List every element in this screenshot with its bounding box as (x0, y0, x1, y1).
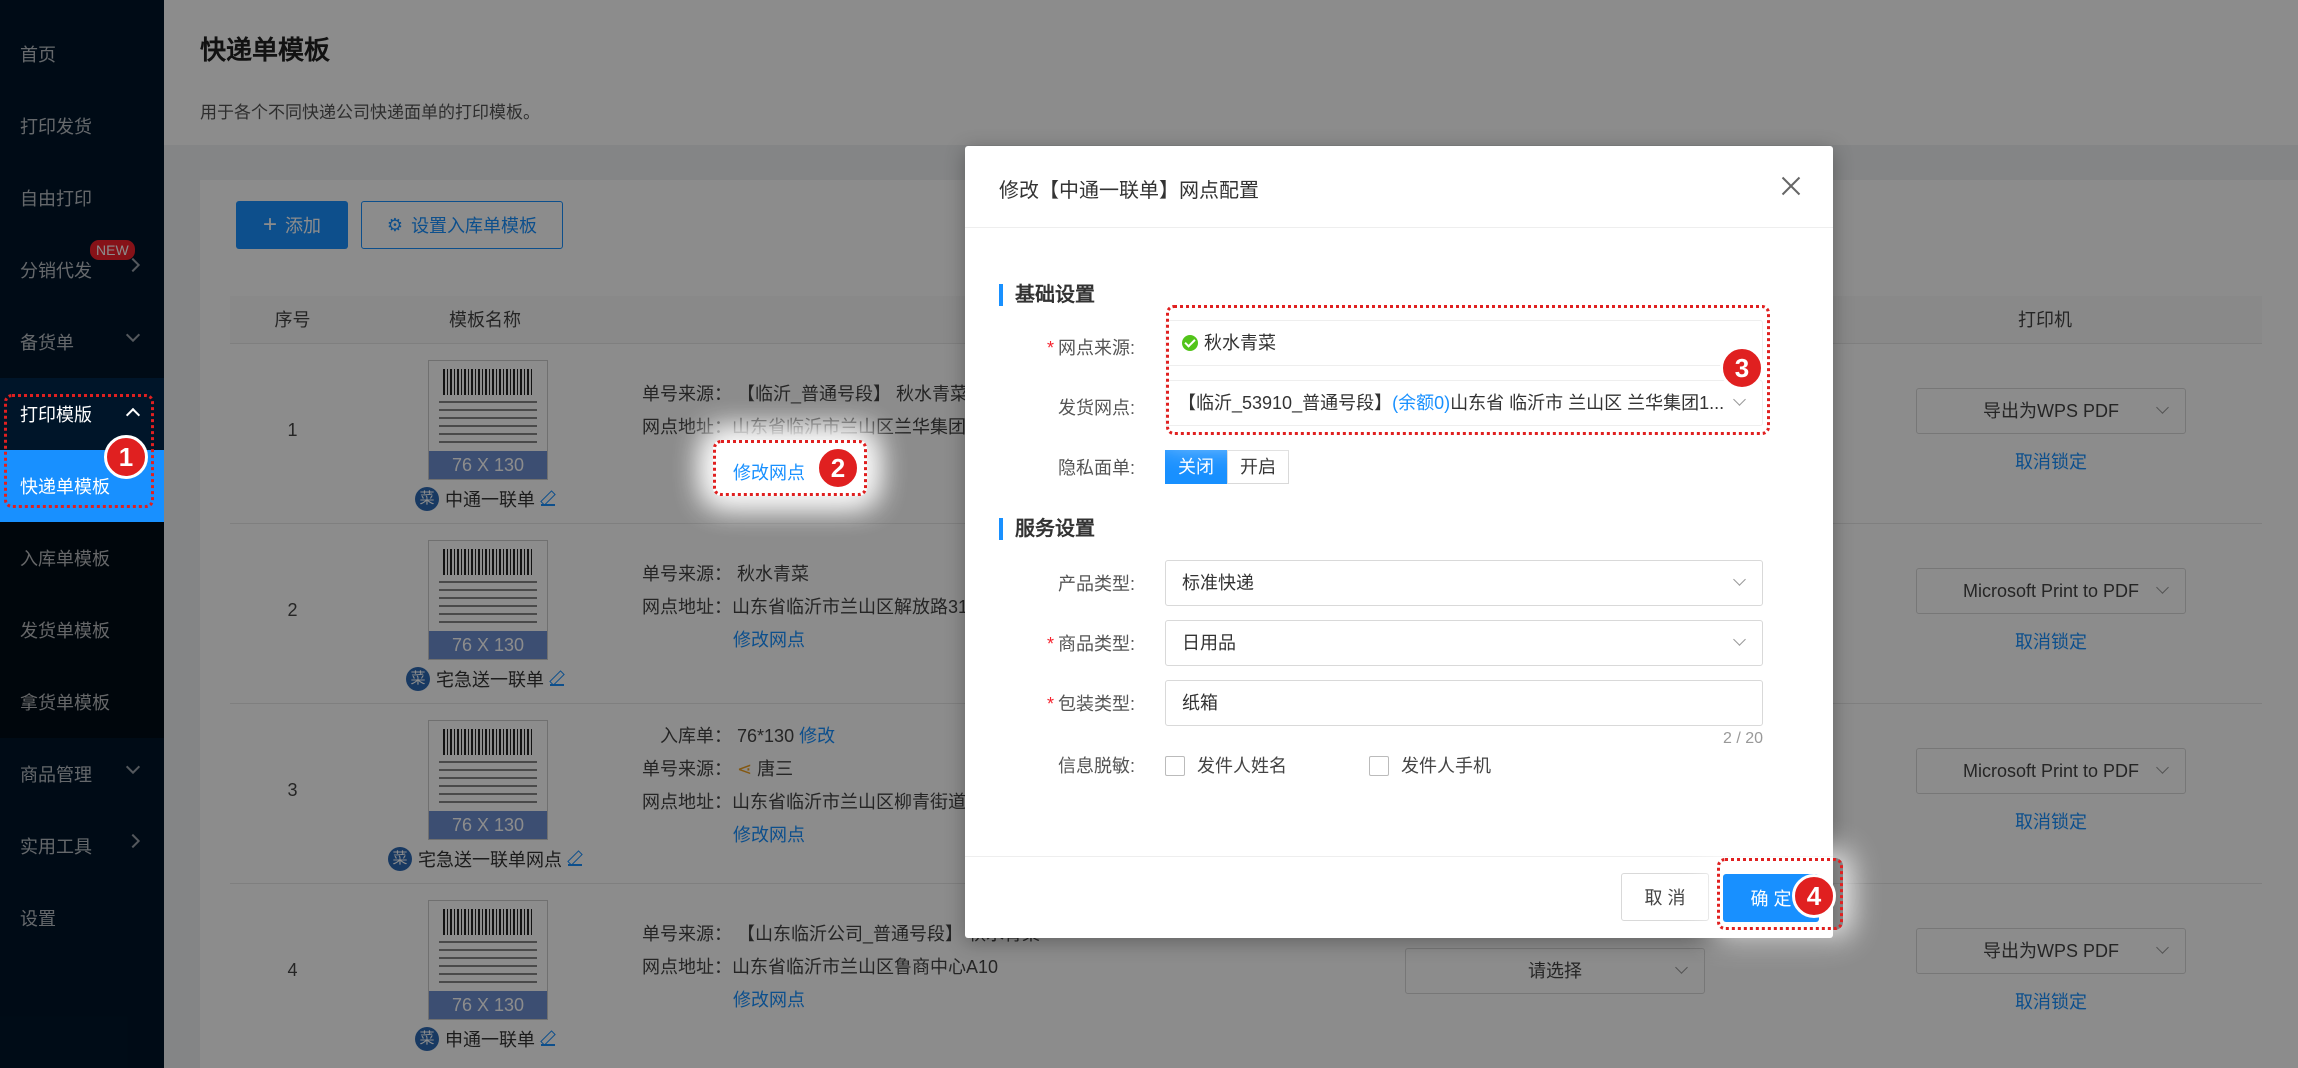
product-type-select[interactable]: 标准快递 (1165, 560, 1763, 606)
source-label: * 网点来源: (1046, 338, 1135, 358)
goods-label-text: 商品类型: (1057, 634, 1135, 654)
pack-type-input[interactable]: 纸箱 (1165, 680, 1763, 726)
edit-outlet-link-highlight[interactable]: 修改网点 (733, 459, 805, 485)
modal-footer: 取 消 (965, 856, 1833, 938)
mask-sender-phone[interactable]: 发件人手机 (1369, 752, 1491, 778)
goods-type-label: * 商品类型: (1046, 634, 1135, 654)
privacy-label: 隐私面单: (1057, 458, 1135, 478)
mask-label: 信息脱敏: (1057, 756, 1135, 776)
step-badge-3: 3 (1720, 346, 1764, 390)
product-type-value: 标准快递 (1182, 573, 1254, 593)
close-icon[interactable] (1779, 174, 1803, 198)
pack-type-value: 纸箱 (1182, 693, 1218, 713)
modal-header: 修改【中通一联单】网点配置 (965, 146, 1833, 228)
section-basic: 基础设置 (999, 284, 1095, 306)
mask-opt-text: 发件人手机 (1401, 756, 1491, 776)
mask-sender-name[interactable]: 发件人姓名 (1165, 752, 1287, 778)
pack-label-text: 包装类型: (1057, 694, 1135, 714)
section-service: 服务设置 (999, 518, 1095, 540)
privacy-off-option[interactable]: 关闭 (1165, 450, 1227, 484)
goods-type-value: 日用品 (1182, 633, 1236, 653)
checkbox[interactable] (1369, 756, 1389, 776)
goods-type-select[interactable]: 日用品 (1165, 620, 1763, 666)
chevron-down-icon (1733, 633, 1746, 646)
source-label-text: 网点来源: (1057, 338, 1135, 358)
step-badge-4: 4 (1792, 874, 1836, 918)
modal-title: 修改【中通一联单】网点配置 (999, 180, 1259, 202)
step-badge-2: 2 (816, 446, 860, 490)
pack-type-label: * 包装类型: (1046, 694, 1135, 714)
step-badge-1: 1 (104, 435, 148, 479)
chevron-down-icon (1733, 573, 1746, 586)
checkbox[interactable] (1165, 756, 1185, 776)
mask-opt-text: 发件人姓名 (1197, 756, 1287, 776)
product-type-label: 产品类型: (1057, 574, 1135, 594)
ship-outlet-label: 发货网点: (1057, 398, 1135, 418)
privacy-on-option[interactable]: 开启 (1227, 450, 1289, 484)
cancel-button[interactable]: 取 消 (1621, 873, 1709, 921)
char-counter: 2 / 20 (1722, 730, 1763, 747)
edit-outlet-modal: 修改【中通一联单】网点配置 基础设置 * 网点来源: 秋水青菜 发货网点: 【临沂… (965, 146, 1833, 938)
highlight-box-3 (1166, 305, 1770, 435)
privacy-toggle: 关闭 开启 (1165, 450, 1289, 484)
